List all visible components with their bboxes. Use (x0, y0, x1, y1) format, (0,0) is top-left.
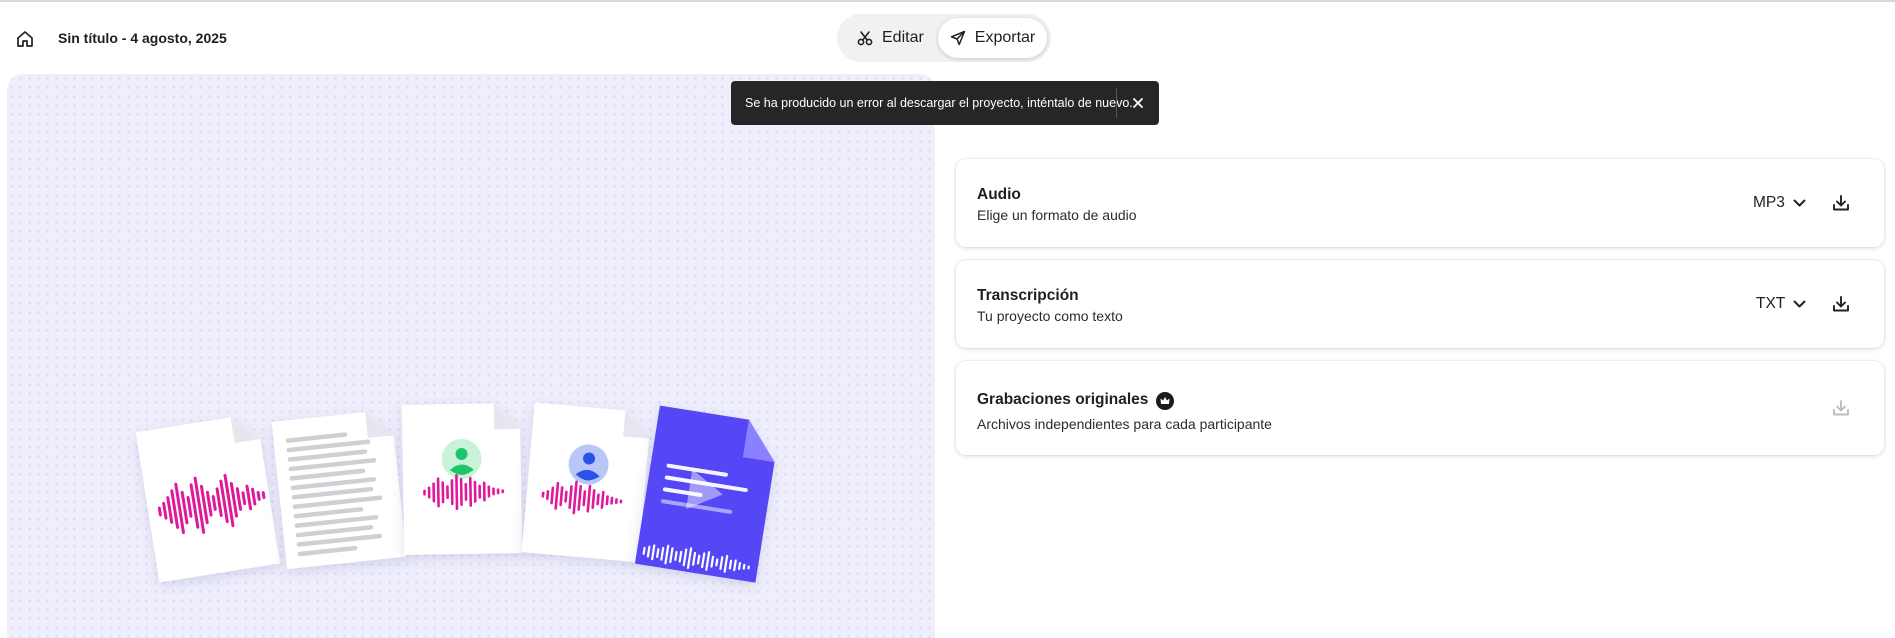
export-option-audio: Audio Elige un formato de audio MP3 (956, 159, 1884, 247)
selected-format: TXT (1756, 295, 1786, 312)
crown-icon (1156, 392, 1175, 410)
download-transcript-button[interactable] (1828, 291, 1854, 317)
error-toast: Se ha producido un error al descargar el… (731, 81, 1159, 125)
audio-format-select[interactable]: MP3 (1753, 194, 1806, 212)
export-mode-button[interactable]: Exportar (938, 18, 1047, 58)
export-option-transcript: Transcripción Tu proyecto como texto TXT (956, 260, 1884, 348)
chevron-down-icon (1793, 300, 1806, 307)
export-option-original-recordings: Grabaciones originales Archivos independ… (956, 361, 1884, 455)
mode-toggle: Editar Exportar (837, 14, 1051, 62)
export-illustration (135, 402, 775, 583)
toast-message: Se ha producido un error al descargar el… (745, 96, 1133, 110)
chevron-down-icon (1793, 199, 1806, 206)
option-subtitle: Tu proyecto como texto (977, 308, 1123, 324)
video-file-graphic (634, 405, 775, 583)
transcript-file-graphic (271, 412, 407, 570)
participant-file-graphic-blue (521, 402, 650, 563)
option-subtitle: Archivos independientes para cada partic… (977, 416, 1272, 432)
option-title: Grabaciones originales (977, 391, 1149, 408)
export-mode-label: Exportar (974, 29, 1036, 46)
download-icon (1833, 400, 1849, 416)
option-title: Audio (977, 186, 1021, 203)
download-icon (1833, 195, 1849, 211)
option-title: Transcripción (977, 287, 1079, 304)
close-icon (1133, 98, 1143, 108)
send-icon (950, 30, 966, 46)
edit-mode-label: Editar (882, 29, 924, 46)
download-original-recordings-button[interactable] (1828, 395, 1854, 421)
export-illustration-panel (7, 74, 935, 638)
transcript-format-select[interactable]: TXT (1756, 295, 1806, 313)
download-icon (1833, 296, 1849, 312)
option-title-row: Grabaciones originales (977, 391, 1175, 410)
audio-file-graphic (135, 417, 280, 583)
toast-close-button[interactable] (1117, 81, 1159, 125)
option-subtitle: Elige un formato de audio (977, 207, 1137, 223)
download-audio-button[interactable] (1828, 190, 1854, 216)
scissors-icon (857, 31, 873, 46)
edit-mode-button[interactable]: Editar (851, 18, 930, 58)
home-button[interactable] (12, 26, 38, 52)
participant-file-graphic-green (401, 403, 523, 555)
selected-format: MP3 (1753, 194, 1785, 211)
project-title[interactable]: Sin título - 4 agosto, 2025 (58, 30, 227, 46)
top-border (0, 0, 1895, 2)
home-icon (17, 31, 33, 47)
